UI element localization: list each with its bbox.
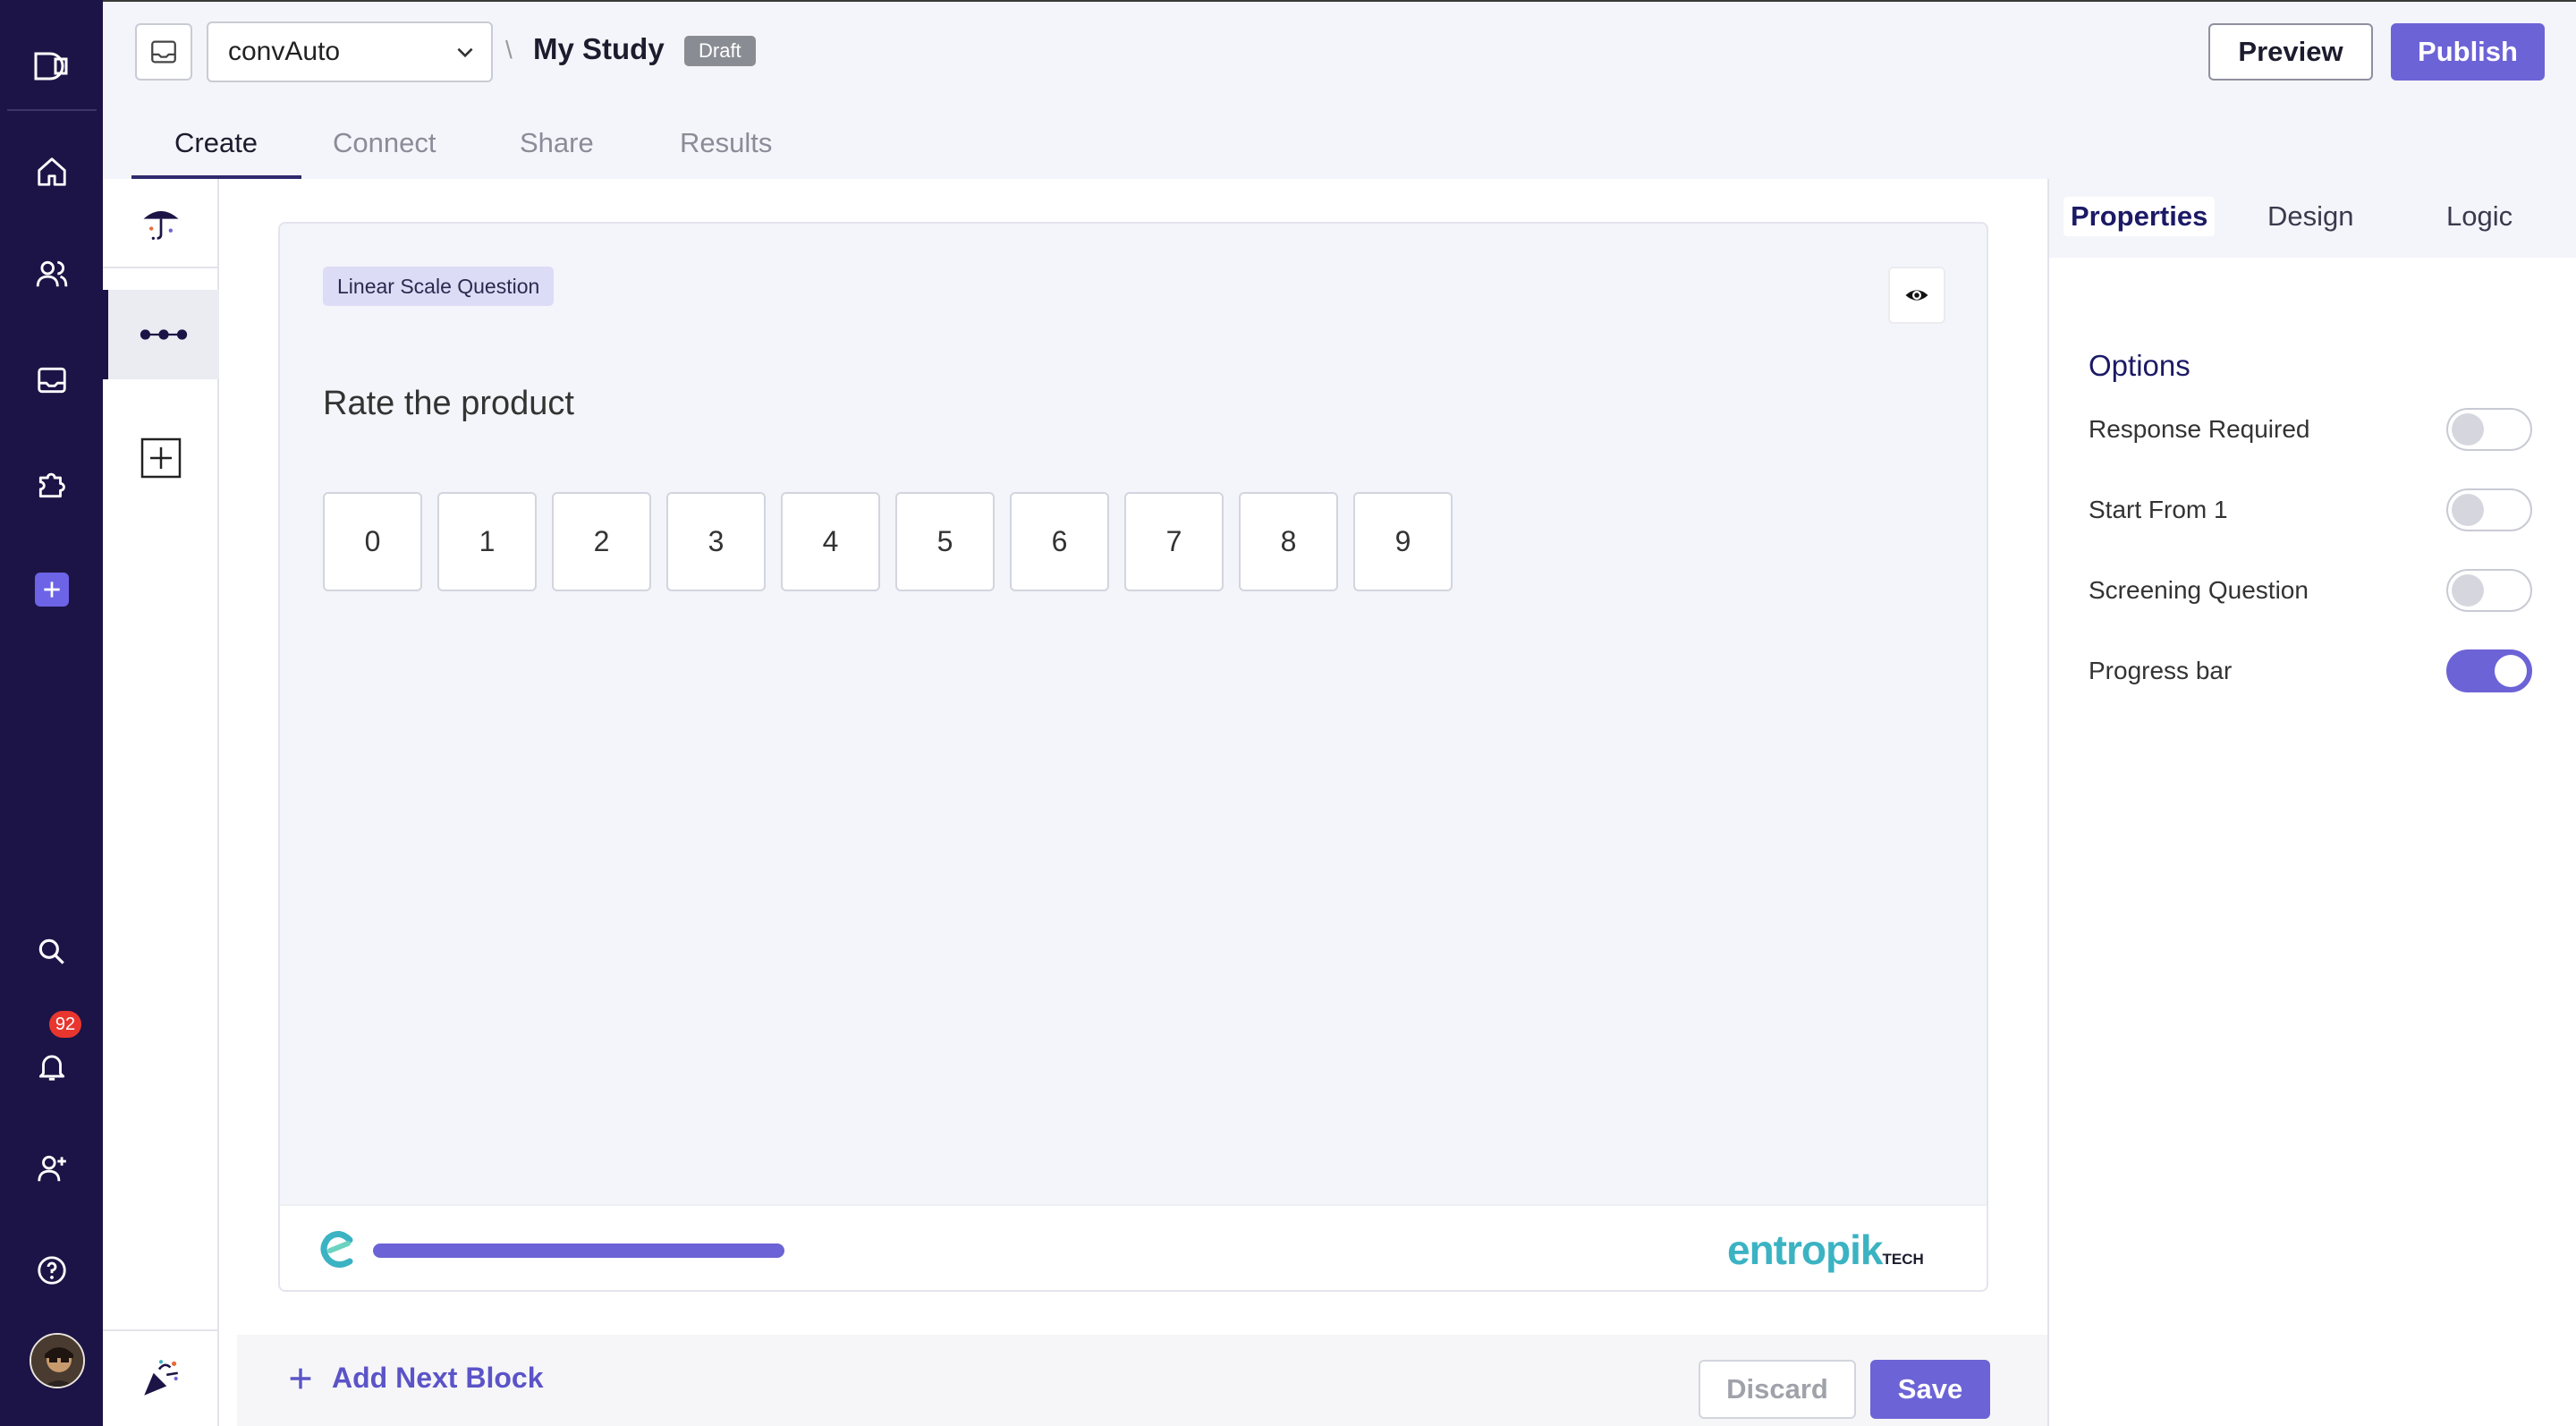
welcome-block-item[interactable] xyxy=(103,179,219,268)
tab-design[interactable]: Design xyxy=(2260,197,2361,236)
workspace-select-value: convAuto xyxy=(228,37,341,66)
scale-option[interactable]: 3 xyxy=(666,492,766,591)
block-list xyxy=(103,179,219,1426)
bell-icon[interactable] xyxy=(34,1048,70,1084)
scale-option[interactable]: 4 xyxy=(781,492,880,591)
option-label: Response Required xyxy=(2089,415,2310,443)
rail-divider xyxy=(7,109,97,111)
scale-option[interactable]: 2 xyxy=(552,492,651,591)
panel-tabs: Properties Design Logic xyxy=(2049,179,2576,258)
app-logo-icon[interactable] xyxy=(32,50,70,82)
save-button[interactable]: Save xyxy=(1870,1360,1990,1419)
celebration-icon xyxy=(144,1360,178,1396)
study-title[interactable]: My Study xyxy=(533,32,665,66)
inbox-icon[interactable] xyxy=(34,362,70,398)
option-progress-bar: Progress bar xyxy=(2089,648,2545,692)
option-screening-question: Screening Question xyxy=(2089,567,2545,612)
brand-name: entropik xyxy=(1727,1227,1883,1273)
top-header: convAuto \ My Study Draft Preview Publis… xyxy=(103,0,2576,181)
scale-option[interactable]: 5 xyxy=(895,492,995,591)
option-start-from-1: Start From 1 xyxy=(2089,487,2545,531)
options-heading: Options xyxy=(2089,349,2190,382)
toggle-knob xyxy=(2452,574,2484,607)
option-label: Start From 1 xyxy=(2089,496,2228,523)
properties-panel: Properties Design Logic Options Response… xyxy=(2047,179,2576,1426)
toggle-knob xyxy=(2452,413,2484,446)
screening-question-toggle[interactable] xyxy=(2446,569,2532,612)
tab-connect[interactable]: Connect xyxy=(333,127,436,159)
add-next-block-label: Add Next Block xyxy=(332,1362,544,1394)
linear-scale-icon xyxy=(140,329,188,340)
nav-rail: 92 xyxy=(0,0,103,1426)
linear-scale-block-item[interactable] xyxy=(103,290,219,379)
puzzle-icon[interactable] xyxy=(34,467,70,503)
start-from-1-toggle[interactable] xyxy=(2446,488,2532,531)
user-avatar[interactable] xyxy=(30,1333,85,1388)
response-required-toggle[interactable] xyxy=(2446,408,2532,451)
tab-results[interactable]: Results xyxy=(680,127,772,159)
question-preview-card: Linear Scale Question Rate the product 0… xyxy=(278,222,1988,1292)
search-icon[interactable] xyxy=(34,934,70,970)
tab-share[interactable]: Share xyxy=(520,127,594,159)
progress-bar xyxy=(373,1244,784,1258)
block-actions-bar: Add Next Block Discard Save xyxy=(237,1335,2047,1426)
preview-toggle-button[interactable] xyxy=(1888,267,1945,324)
question-text[interactable]: Rate the product xyxy=(323,385,574,423)
notification-badge: 92 xyxy=(49,1011,81,1038)
scale-option[interactable]: 0 xyxy=(323,492,422,591)
scale-option[interactable]: 1 xyxy=(437,492,537,591)
workspace-switch-button[interactable] xyxy=(135,23,192,81)
eye-icon xyxy=(1905,290,1928,301)
scale-option[interactable]: 7 xyxy=(1124,492,1224,591)
toggle-knob xyxy=(2495,655,2527,687)
toggle-knob xyxy=(2452,494,2484,526)
breadcrumb-separator: \ xyxy=(505,36,513,64)
status-badge: Draft xyxy=(684,36,756,66)
users-icon[interactable] xyxy=(34,256,70,292)
option-response-required: Response Required xyxy=(2089,406,2545,451)
home-icon[interactable] xyxy=(34,154,70,190)
add-block-button[interactable] xyxy=(103,413,219,503)
brand-suffix: TECH xyxy=(1882,1251,1924,1268)
invite-user-icon[interactable] xyxy=(34,1150,70,1186)
progress-bar-toggle[interactable] xyxy=(2446,649,2532,692)
scale-option[interactable]: 6 xyxy=(1010,492,1109,591)
linear-scale-options: 0 1 2 3 4 5 6 7 8 9 xyxy=(323,492,1453,591)
help-icon[interactable] xyxy=(34,1252,70,1288)
discard-button[interactable]: Discard xyxy=(1699,1360,1856,1419)
preview-button[interactable]: Preview xyxy=(2208,23,2373,81)
editor-canvas: Linear Scale Question Rate the product 0… xyxy=(219,179,2047,1426)
publish-button[interactable]: Publish xyxy=(2391,23,2545,81)
brand-logo: entropikTECH xyxy=(1727,1226,1924,1274)
workspace-select[interactable]: convAuto xyxy=(207,21,493,82)
entropik-mark-icon xyxy=(320,1231,353,1268)
scale-option[interactable]: 9 xyxy=(1353,492,1453,591)
option-label: Progress bar xyxy=(2089,657,2233,684)
thank-you-block-item[interactable] xyxy=(103,1329,219,1426)
scale-option[interactable]: 8 xyxy=(1239,492,1338,591)
chevron-down-icon xyxy=(457,47,473,58)
welcome-block-icon xyxy=(143,211,179,240)
option-label: Screening Question xyxy=(2089,576,2309,604)
tab-properties[interactable]: Properties xyxy=(2063,197,2216,236)
plus-icon xyxy=(290,1368,311,1388)
inbox-icon xyxy=(151,40,176,64)
main-tabs: Create Connect Share Results xyxy=(103,118,811,181)
add-next-block-button[interactable]: Add Next Block xyxy=(285,1362,543,1395)
plus-square-icon xyxy=(140,437,182,479)
question-type-tag: Linear Scale Question xyxy=(323,267,555,306)
tab-logic[interactable]: Logic xyxy=(2439,197,2520,236)
card-footer: entropikTECH xyxy=(280,1204,1987,1290)
tab-create[interactable]: Create xyxy=(174,127,258,159)
add-study-icon[interactable] xyxy=(35,573,69,607)
